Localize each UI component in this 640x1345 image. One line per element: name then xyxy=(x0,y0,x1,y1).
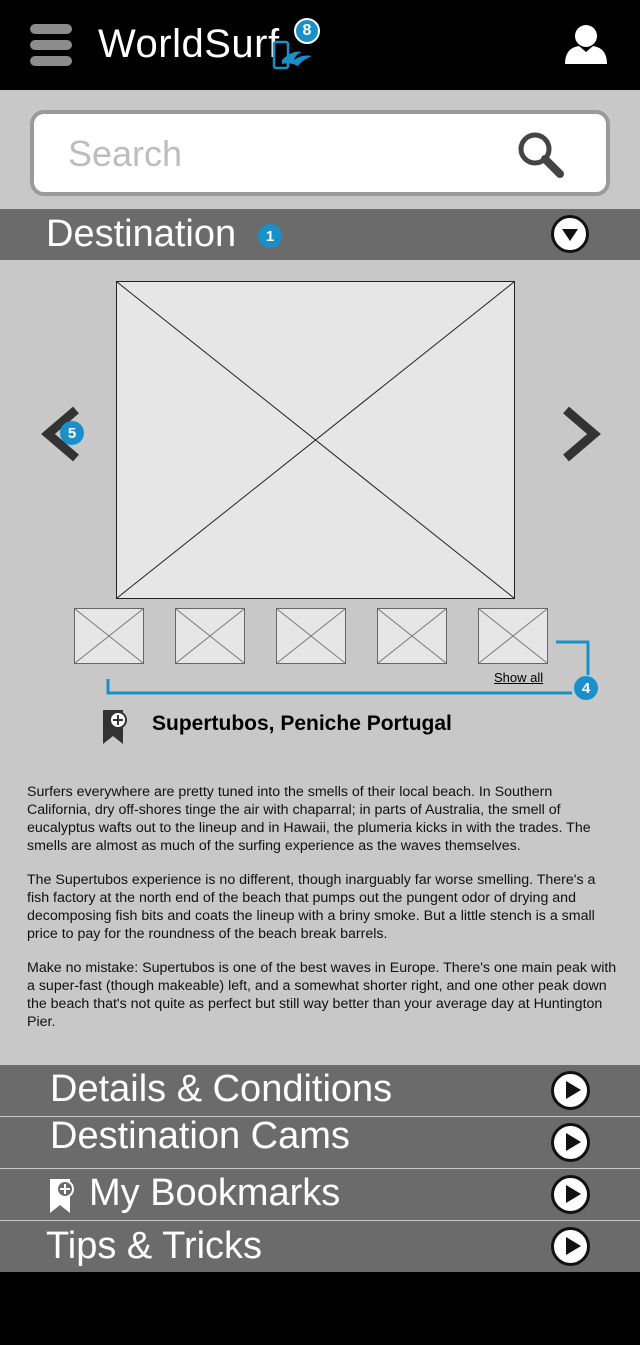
section-label: Details & Conditions xyxy=(50,1068,393,1110)
thumbnail-image[interactable] xyxy=(377,608,447,664)
thumbnail-image[interactable] xyxy=(74,608,144,664)
annotation-badge-5: 5 xyxy=(60,421,84,445)
article-paragraph: Surfers everywhere are pretty tuned into… xyxy=(27,784,591,854)
search-input[interactable] xyxy=(68,132,488,176)
section-details-conditions[interactable]: Details & Conditions xyxy=(0,1065,640,1116)
top-bar: WorldSurf 8 xyxy=(0,0,640,90)
app-title: WorldSurf xyxy=(98,22,280,66)
section-label: Tips & Tricks xyxy=(46,1225,263,1267)
play-arrow-icon[interactable] xyxy=(551,1227,590,1266)
content-area: Destination 1 5 Show all 4 xyxy=(0,90,640,1272)
thumbnail-image[interactable] xyxy=(276,608,346,664)
notification-badge[interactable]: 8 xyxy=(294,18,320,44)
annotation-badge-1: 1 xyxy=(258,224,282,248)
show-all-link[interactable]: Show all xyxy=(494,670,543,685)
bookmark-add-icon xyxy=(50,1179,74,1213)
destination-title: Destination xyxy=(46,213,237,255)
destination-header[interactable]: Destination 1 xyxy=(0,209,640,260)
carousel-next-icon[interactable] xyxy=(560,406,604,462)
chevron-down-circle-icon[interactable] xyxy=(551,215,589,253)
annotation-badge-4: 4 xyxy=(574,676,598,700)
destination-description: Surfers everywhere are pretty tuned into… xyxy=(27,783,617,1047)
section-my-bookmarks[interactable]: My Bookmarks xyxy=(0,1169,640,1220)
bottom-bar xyxy=(0,1272,640,1345)
search-box xyxy=(30,110,610,196)
section-label: My Bookmarks xyxy=(89,1172,341,1214)
section-label: Destination Cams xyxy=(50,1115,350,1157)
hamburger-menu-icon[interactable] xyxy=(30,24,72,66)
article-paragraph: Make no mistake: Supertubos is one of th… xyxy=(27,960,617,1030)
section-tips-tricks[interactable]: Tips & Tricks xyxy=(0,1221,640,1272)
play-arrow-icon[interactable] xyxy=(551,1123,590,1162)
play-arrow-icon[interactable] xyxy=(551,1175,590,1214)
main-destination-image[interactable] xyxy=(116,281,515,599)
user-profile-icon[interactable] xyxy=(563,24,609,66)
bookmark-add-icon[interactable] xyxy=(101,708,129,746)
article-paragraph: The Supertubos experience is no differen… xyxy=(27,872,596,942)
section-destination-cams[interactable]: Destination Cams xyxy=(0,1115,640,1168)
thumbnail-image[interactable] xyxy=(478,608,548,664)
thumbnail-image[interactable] xyxy=(175,608,245,664)
spot-title: Supertubos, Peniche Portugal xyxy=(152,712,452,735)
play-arrow-icon[interactable] xyxy=(551,1071,590,1110)
search-icon[interactable] xyxy=(516,130,566,180)
